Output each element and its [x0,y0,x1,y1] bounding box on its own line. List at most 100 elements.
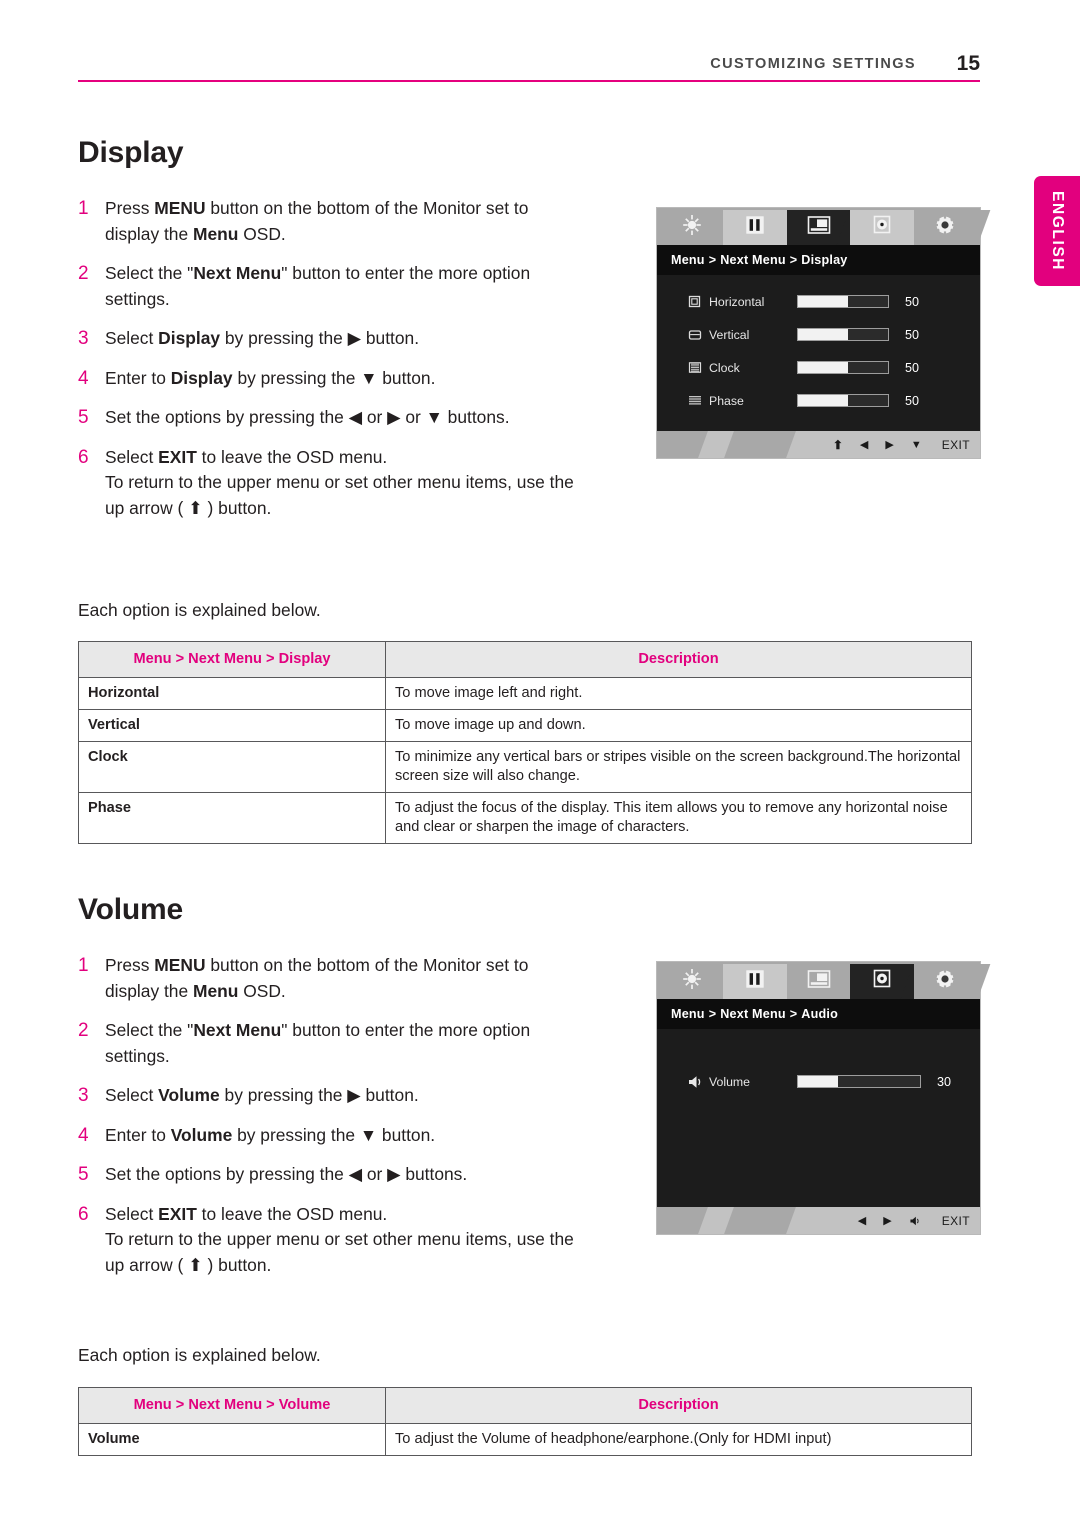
osd-slider[interactable] [797,394,889,407]
page-number: 15 [956,52,980,75]
brightness-icon [679,213,705,242]
table-header-row: Menu > Next Menu > Display Description [78,641,972,678]
osd-footer-bar[interactable]: ⬆ ◀ ▶ ▼ EXIT [657,431,980,458]
osd-tab-display[interactable] [786,964,864,999]
footer-decoration [657,431,708,458]
osd-breadcrumb: Menu > Next Menu > Display [657,245,980,275]
settings-gear-icon [931,213,959,242]
osd-exit-button[interactable]: EXIT [942,1214,970,1228]
volume-options-table: Menu > Next Menu > Volume Description Volu… [78,1387,972,1456]
footer-decoration [724,1207,796,1234]
page-title-display: Display [78,136,184,169]
step-text: Press MENU button on the bottom of the M… [105,955,529,1001]
up-arrow-icon[interactable]: ⬆ [833,438,843,452]
step-text: Press MENU button on the bottom of the M… [105,198,529,244]
table-row: Vertical To move image up and down. [78,709,972,742]
option-name-cell: Clock [78,741,386,793]
column-header: Menu > Next Menu > Display [78,641,386,678]
step-item: 5 Set the options by pressing the ◀ or ▶ … [78,405,578,431]
osd-setting-row[interactable]: Phase 50 [657,388,980,413]
phase-icon [687,393,709,408]
mute-speaker-icon[interactable] [909,1215,922,1227]
display-icon [805,214,833,241]
step-item: 2 Select the "Next Menu" button to enter … [78,261,578,312]
breadcrumb-item-current: Audio [801,1007,838,1021]
osd-exit-button[interactable]: EXIT [942,438,970,452]
breadcrumb-item-menu: Menu [671,253,705,267]
right-arrow-icon[interactable]: ▶ [885,438,893,451]
osd-footer-bar[interactable]: ◀ ▶ EXIT [657,1207,980,1234]
page-title-volume: Volume [78,893,183,926]
step-number: 2 [78,1020,89,1041]
osd-tab-audio[interactable] [850,964,927,999]
osd-tab-brightness[interactable] [660,210,737,245]
osd-slider[interactable] [797,295,889,308]
osd-setting-label: Vertical [709,327,750,342]
step-text: Select the "Next Menu" button to enter t… [105,1020,531,1066]
osd-setting-label: Phase [709,393,744,408]
left-arrow-icon[interactable]: ◀ [858,1214,866,1227]
step-number: 4 [78,1124,89,1146]
step-text: Set the options by pressing the ◀ or ▶ o… [105,407,510,427]
osd-setting-value: 50 [905,327,920,342]
osd-tab-bar[interactable] [657,962,991,999]
step-item: 1 Press MENU button on the bottom of the … [78,953,578,1004]
step-text: Select EXIT to leave the OSD menu. To ret… [105,1202,578,1279]
osd-tab-audio[interactable] [850,210,927,245]
brightness-icon [679,967,705,996]
step-number: 1 [78,198,89,219]
osd-tab-settings-gear[interactable] [913,964,991,999]
osd-breadcrumb: Menu > Next Menu > Audio [657,999,980,1029]
osd-slider-fill [798,362,848,373]
breadcrumb-item-next-menu: Next Menu [720,1007,786,1021]
right-arrow-icon[interactable]: ▶ [883,1214,891,1227]
breadcrumb-item-current: Display [801,253,848,267]
footer-decoration [657,1207,708,1234]
osd-tab-bar[interactable] [657,208,991,245]
osd-tab-contrast[interactable] [723,210,801,245]
osd-tab-contrast[interactable] [723,964,801,999]
table-header-row: Menu > Next Menu > Volume Description [78,1387,972,1424]
osd-tab-settings-gear[interactable] [913,210,991,245]
option-description-cell: To adjust the focus of the display. This… [385,792,972,844]
step-number: 6 [78,446,89,468]
osd-slider-fill [798,296,848,307]
option-description-cell: To move image up and down. [385,709,972,742]
step-text: Enter to Display by pressing the ▼ butto… [105,367,436,388]
volume-steps-list: 1 Press MENU button on the bottom of the … [78,953,578,1292]
table-row: Volume To adjust the Volume of headphone/… [78,1423,972,1456]
osd-tab-brightness[interactable] [660,964,737,999]
osd-setting-label: Volume [709,1074,751,1089]
osd-slider[interactable] [797,361,889,374]
column-header: Menu > Next Menu > Volume [78,1387,386,1424]
left-arrow-icon[interactable]: ◀ [860,438,868,451]
display-options-table: Menu > Next Menu > Display Description Hor… [78,641,972,844]
table-row: Phase To adjust the focus of the display.… [78,792,972,844]
osd-setting-row[interactable]: Clock 50 [657,355,980,380]
down-arrow-icon[interactable]: ▼ [911,439,922,451]
step-number: 3 [78,328,89,349]
vertical-icon [687,327,709,342]
osd-setting-row[interactable]: Vertical 50 [657,322,980,347]
osd-setting-value: 30 [937,1074,952,1089]
osd-setting-row[interactable]: Volume 30 [657,1069,980,1094]
display-steps-list: 1 Press MENU button on the bottom of the … [78,196,578,535]
step-item: 3 Select Display by pressing the ▶ button… [78,326,578,352]
breadcrumb-separator: > [708,1007,717,1021]
osd-tab-display[interactable] [786,210,864,245]
option-description-cell: To adjust the Volume of headphone/earpho… [385,1423,972,1456]
step-item: 4 Enter to Display by pressing the ▼ butt… [78,366,578,392]
display-note: Each option is explained below. [78,600,321,620]
contrast-icon [742,214,768,241]
option-name-cell: Phase [78,792,386,844]
step-item: 5 Set the options by pressing the ◀ or ▶ … [78,1162,578,1188]
osd-setting-row[interactable]: Horizontal 50 [657,289,980,314]
header-title: CUSTOMIZING SETTINGS [710,56,916,72]
step-text: Select the "Next Menu" button to enter t… [105,263,531,309]
display-icon [805,968,833,995]
osd-slider[interactable] [797,328,889,341]
step-item: 1 Press MENU button on the bottom of the … [78,196,578,247]
osd-slider[interactable] [797,1075,921,1088]
option-name-cell: Vertical [78,709,386,742]
osd-settings-list: Volume 30 [657,1029,980,1207]
